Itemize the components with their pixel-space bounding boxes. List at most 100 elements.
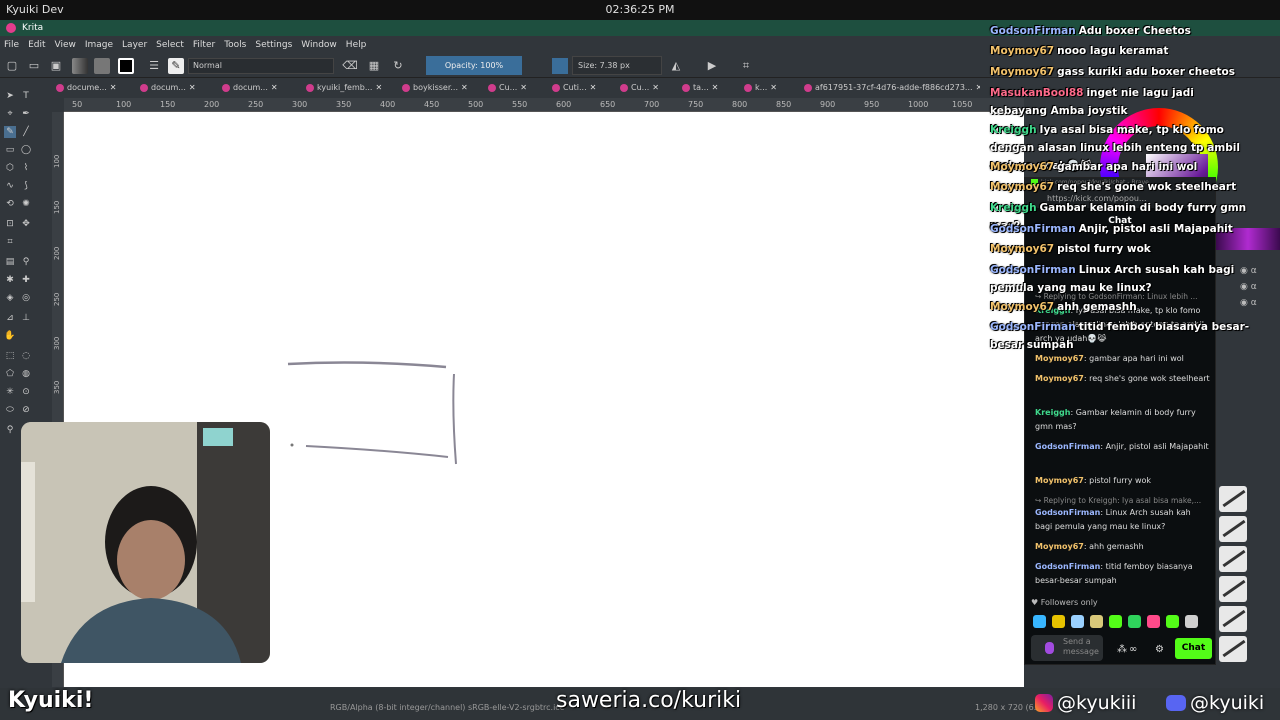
brush-preset[interactable]	[1219, 636, 1247, 662]
menu-edit[interactable]: Edit	[28, 40, 45, 50]
similar-select-icon[interactable]: ⊙	[20, 386, 32, 398]
select-shapes-icon[interactable]: ➤	[4, 90, 16, 102]
emote-icon[interactable]	[1128, 615, 1141, 628]
tab-document-1[interactable]: docume... ✕	[56, 80, 130, 95]
eraser-icon[interactable]: ⌫	[342, 58, 358, 74]
measure-tool-icon[interactable]: ⊿	[4, 312, 16, 324]
new-document-icon[interactable]: ▢	[4, 58, 20, 74]
wrap-around-icon[interactable]: ▶	[704, 58, 720, 74]
users-icon[interactable]: ⁂	[1117, 644, 1127, 655]
infinity-icon[interactable]: ∞	[1129, 644, 1137, 655]
tab-af617951[interactable]: af617951-37cf-4d76-adde-f886cd273... ✕	[804, 80, 980, 95]
ellipse-select-icon[interactable]: ◌	[20, 350, 32, 362]
reload-preset-icon[interactable]: ↻	[390, 58, 406, 74]
polygon-tool-icon[interactable]: ⬡	[4, 162, 16, 174]
send-chat-button[interactable]: Chat	[1175, 638, 1212, 659]
emote-icon[interactable]	[1166, 615, 1179, 628]
chat-message-input[interactable]: Send a message	[1031, 635, 1103, 661]
tab-ta[interactable]: ta... ✕	[682, 80, 736, 95]
tab-document-2[interactable]: docum... ✕	[140, 80, 214, 95]
zoom-tool-icon[interactable]: ⚲	[4, 424, 16, 436]
polyline-tool-icon[interactable]: ⌇	[20, 162, 32, 174]
menu-view[interactable]: View	[55, 40, 76, 50]
emote-icon[interactable]	[1185, 615, 1198, 628]
overlay-chat-message: GodsonFirman Linux Arch susah kah bagi pe…	[990, 264, 1235, 294]
rect-select-icon[interactable]: ⬚	[4, 350, 16, 362]
tab-k[interactable]: k... ✕	[744, 80, 796, 95]
gradient-swatch-icon[interactable]	[72, 58, 88, 74]
save-icon[interactable]: ▣	[48, 58, 64, 74]
chat-message: GodsonFirman: Linux Arch susah kah bagi …	[1035, 508, 1191, 531]
brush-size-slider[interactable]: Size: 7.38 px	[572, 56, 662, 75]
fill-tool-icon[interactable]: ◈	[4, 292, 16, 304]
menu-select[interactable]: Select	[156, 40, 184, 50]
brush-preset-icon[interactable]: ✎	[168, 58, 184, 74]
bezier-select-icon[interactable]: ⬭	[4, 404, 16, 416]
color-swatch-icon[interactable]	[118, 58, 134, 74]
webcam-overlay	[21, 422, 270, 663]
crop-icon[interactable]: ⌗	[738, 58, 754, 74]
emote-icon[interactable]	[1109, 615, 1122, 628]
brush-preset[interactable]	[1219, 576, 1247, 602]
polygon-select-icon[interactable]: ⬠	[4, 368, 16, 380]
freehand-brush-icon[interactable]: ✎	[4, 126, 16, 138]
bezier-tool-icon[interactable]: ∿	[4, 180, 16, 192]
brush-preset[interactable]	[1219, 606, 1247, 632]
tab-document-3[interactable]: docum... ✕	[222, 80, 296, 95]
transform-tool-icon[interactable]: ⊡	[4, 218, 16, 230]
blend-mode-select[interactable]: Normal	[188, 58, 334, 74]
close-icon: ✕	[375, 83, 383, 92]
brush-settings-icon[interactable]: ☰	[146, 58, 162, 74]
tab-cu-2[interactable]: Cu... ✕	[620, 80, 672, 95]
opacity-slider[interactable]: Opacity: 100%	[426, 56, 522, 75]
reference-tool-icon[interactable]: ⊥	[20, 312, 32, 324]
emote-icon[interactable]	[1147, 615, 1160, 628]
text-tool-icon[interactable]: T	[20, 90, 32, 102]
brush-preset[interactable]	[1219, 546, 1247, 572]
color-picker-icon[interactable]: ⚲	[20, 256, 32, 268]
tab-cu-1[interactable]: Cu... ✕	[488, 80, 540, 95]
menu-window[interactable]: Window	[301, 40, 337, 50]
crop-tool-icon[interactable]: ⌗	[4, 236, 16, 248]
rectangle-tool-icon[interactable]: ▭	[4, 144, 16, 156]
multibrush-icon[interactable]: ✺	[20, 198, 32, 210]
menu-file[interactable]: File	[4, 40, 19, 50]
line-tool-icon[interactable]: ╱	[20, 126, 32, 138]
microphone-icon[interactable]	[1045, 642, 1054, 654]
pattern-swatch-icon[interactable]	[94, 58, 110, 74]
edit-shapes-icon[interactable]: ⌖	[4, 108, 16, 120]
tab-kyuiki-femboy[interactable]: kyuiki_femb... ✕	[306, 80, 390, 95]
settings-gear-icon[interactable]: ⚙	[1155, 644, 1164, 655]
brush-preset[interactable]	[1219, 516, 1247, 542]
emote-icon[interactable]	[1052, 615, 1065, 628]
enclose-fill-icon[interactable]: ◎	[20, 292, 32, 304]
mirror-horizontal-icon[interactable]: ◭	[668, 58, 684, 74]
open-folder-icon[interactable]: ▭	[26, 58, 42, 74]
document-tabs: docume... ✕ docum... ✕ docum... ✕ kyuiki_fe…	[50, 80, 990, 95]
brush-preset[interactable]	[1219, 486, 1247, 512]
calligraphy-icon[interactable]: ✒	[20, 108, 32, 120]
menu-settings[interactable]: Settings	[255, 40, 292, 50]
menu-layer[interactable]: Layer	[122, 40, 147, 50]
menu-help[interactable]: Help	[346, 40, 367, 50]
move-tool-icon[interactable]: ✥	[20, 218, 32, 230]
alpha-lock-icon[interactable]: ▦	[366, 58, 382, 74]
emote-icon[interactable]	[1090, 615, 1103, 628]
freehand-path-icon[interactable]: ⟆	[20, 180, 32, 192]
emote-icon[interactable]	[1071, 615, 1084, 628]
freehand-select-icon[interactable]: ◍	[20, 368, 32, 380]
gradient-tool-icon[interactable]: ▤	[4, 256, 16, 268]
magic-wand-icon[interactable]: ✳	[4, 386, 16, 398]
magnetic-select-icon[interactable]: ⊘	[20, 404, 32, 416]
tab-cuti[interactable]: Cuti... ✕	[552, 80, 612, 95]
emote-icon[interactable]	[1033, 615, 1046, 628]
tab-boykisser[interactable]: boykisser... ✕	[402, 80, 472, 95]
menu-filter[interactable]: Filter	[193, 40, 215, 50]
menu-image[interactable]: Image	[85, 40, 113, 50]
menu-tools[interactable]: Tools	[224, 40, 246, 50]
dynamic-brush-icon[interactable]: ⟲	[4, 198, 16, 210]
pan-tool-icon[interactable]: ✋	[4, 330, 16, 342]
smart-patch-icon[interactable]: ✱	[4, 274, 16, 286]
assistant-tool-icon[interactable]: ✚	[20, 274, 32, 286]
ellipse-tool-icon[interactable]: ◯	[20, 144, 32, 156]
